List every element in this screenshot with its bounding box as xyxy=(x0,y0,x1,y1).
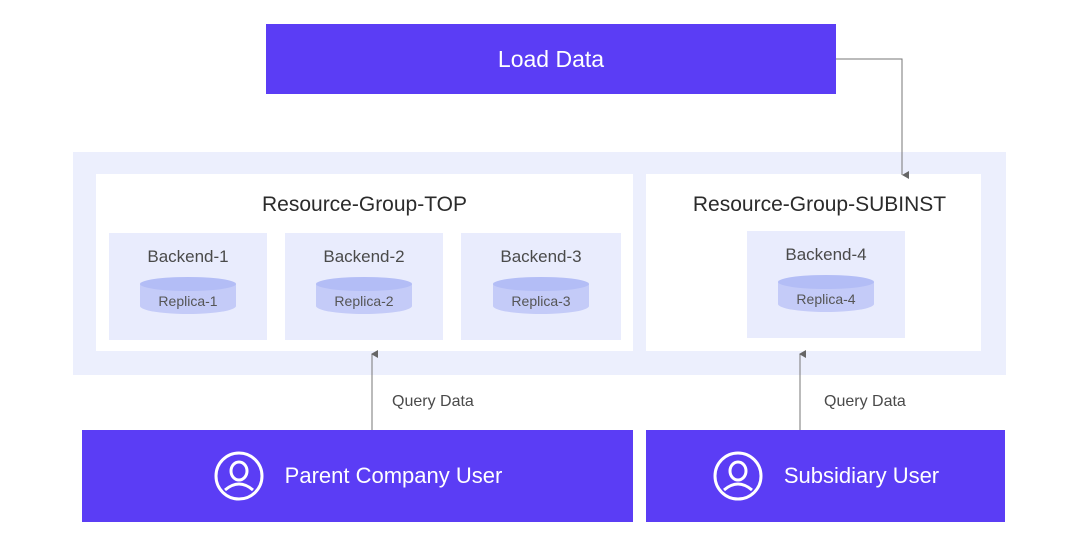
parent-user-label: Parent Company User xyxy=(284,463,503,488)
query-label-left: Query Data xyxy=(392,393,474,410)
user-icon xyxy=(214,451,264,501)
user-icon xyxy=(713,451,763,501)
subsidiary-user-label: Subsidiary User xyxy=(783,463,940,488)
load-data-connector xyxy=(836,58,909,179)
subsidiary-user-box: Subsidiary User xyxy=(646,430,1005,522)
query-label-right: Query Data xyxy=(824,393,906,410)
parent-company-user-box: Parent Company User xyxy=(82,430,633,522)
